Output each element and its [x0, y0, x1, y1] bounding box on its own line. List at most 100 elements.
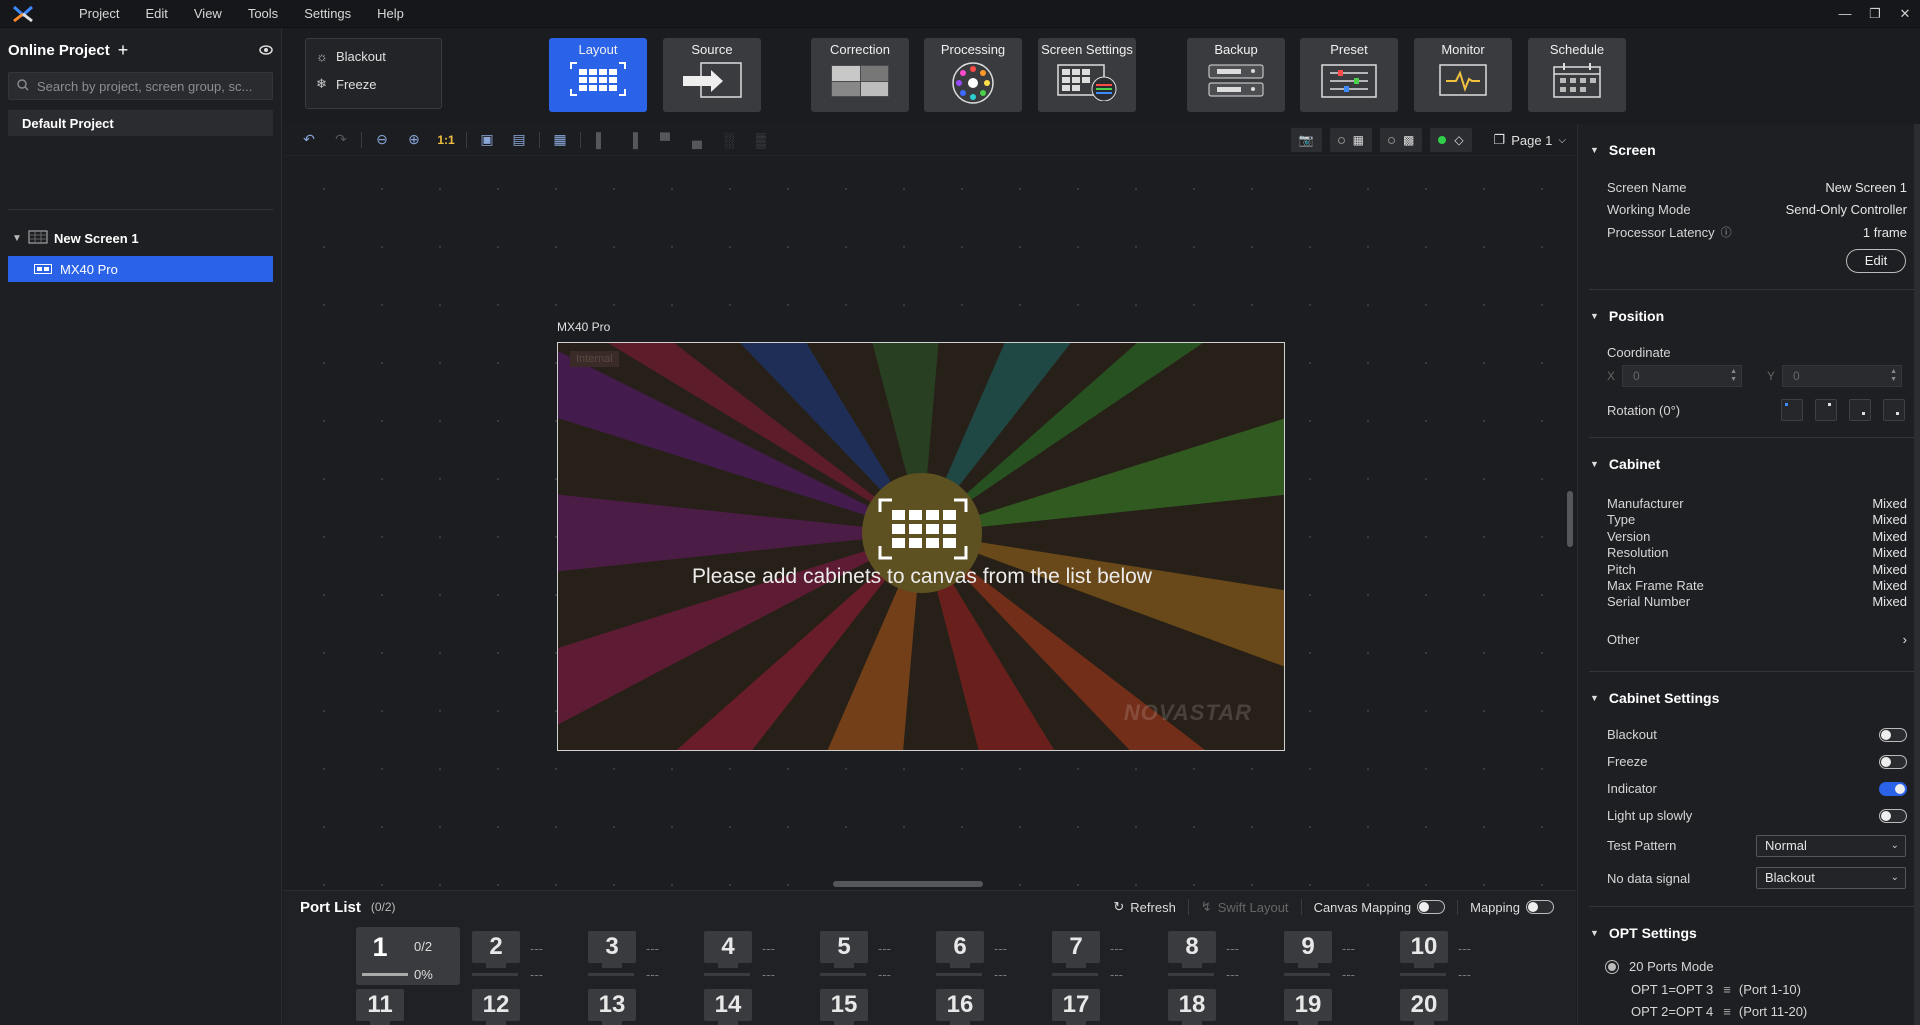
layout-canvas[interactable]: ↶ ↷ ⊖ ⊕ 1:1 ▣ ▤ ▦ ▌ ▐ ▀ ▄ ░ ▒ 📷 ▦ ▩ ◇ ❐ …	[283, 124, 1576, 890]
preset-button[interactable]: Preset	[1300, 38, 1398, 112]
port-item[interactable]: 19	[1284, 985, 1388, 1025]
info-icon[interactable]: ⓘ	[1721, 224, 1732, 240]
port-item[interactable]: 1 0/2 0%	[356, 927, 460, 985]
port-item[interactable]: 17	[1052, 985, 1156, 1025]
cabinet-blackout-switch[interactable]	[1879, 727, 1907, 742]
screen-canvas-area[interactable]: Internal Please add cabinets to canvas f…	[557, 342, 1285, 751]
distribute-horizontal-icon[interactable]: ░	[713, 132, 745, 148]
fit-screen-icon[interactable]: ▣	[471, 131, 503, 148]
blackout-button[interactable]: ☼ Blackout	[306, 44, 441, 68]
minimize-icon[interactable]: —	[1830, 0, 1860, 28]
snapshot-button[interactable]: 📷	[1290, 128, 1322, 152]
eye-icon[interactable]	[259, 42, 273, 59]
port-item[interactable]: 10 --- ---	[1400, 927, 1504, 985]
restore-icon[interactable]: ❐	[1860, 0, 1890, 28]
vertical-scrollbar[interactable]	[1567, 491, 1573, 547]
cabinet-settings-section-header[interactable]: ▼ Cabinet Settings	[1578, 690, 1719, 706]
redo-icon[interactable]: ↷	[325, 131, 357, 148]
align-right-icon[interactable]: ▐	[617, 132, 649, 148]
page-selector[interactable]: ❐ Page 1 ⌵	[1494, 132, 1566, 148]
cabinet-other-row[interactable]: Other ›	[1607, 632, 1907, 647]
port-item[interactable]: 16	[936, 985, 1040, 1025]
panel-scrollbar[interactable]	[1914, 124, 1920, 1025]
zoom-in-icon[interactable]: ⊕	[398, 131, 430, 148]
view-toggle-grid[interactable]: ▦	[1329, 128, 1372, 152]
chevron-down-icon[interactable]: ▼	[12, 233, 24, 244]
port-item[interactable]: 6 --- ---	[936, 927, 1040, 985]
undo-icon[interactable]: ↶	[293, 131, 325, 148]
port-item[interactable]: 14	[704, 985, 808, 1025]
edit-screen-button[interactable]: Edit	[1846, 249, 1906, 273]
ports-mode-radio[interactable]: 20 Ports Mode	[1605, 959, 1905, 974]
correction-button[interactable]: Correction	[811, 38, 909, 112]
rotation-top-right-button[interactable]	[1815, 399, 1837, 421]
mapping-toggle[interactable]: Mapping	[1458, 900, 1566, 915]
source-button[interactable]: Source	[663, 38, 761, 112]
indicator-switch[interactable]	[1879, 781, 1907, 796]
zoom-out-icon[interactable]: ⊖	[366, 131, 398, 148]
port-item[interactable]: 12	[472, 985, 576, 1025]
backup-button[interactable]: Backup	[1187, 38, 1285, 112]
radio-selected-icon[interactable]	[1605, 959, 1619, 974]
port-item[interactable]: 3 --- ---	[588, 927, 692, 985]
refresh-button[interactable]: ↻ Refresh	[1101, 899, 1189, 915]
add-project-icon[interactable]: +	[118, 40, 129, 61]
rotation-bottom-left-button[interactable]	[1883, 399, 1905, 421]
port-item[interactable]: 7 --- ---	[1052, 927, 1156, 985]
zoom-1to1-button[interactable]: 1:1	[430, 133, 462, 147]
mapping-switch[interactable]	[1526, 900, 1554, 914]
port-item[interactable]: 9 --- ---	[1284, 927, 1388, 985]
project-item-default[interactable]: Default Project	[8, 110, 273, 136]
opt-settings-section-header[interactable]: ▼ OPT Settings	[1578, 925, 1697, 941]
grid-icon[interactable]: ▦	[544, 131, 576, 148]
menu-tools[interactable]: Tools	[235, 0, 291, 28]
tree-device-item[interactable]: MX40 Pro	[8, 256, 273, 282]
canvas-mapping-switch[interactable]	[1417, 900, 1446, 914]
distribute-vertical-icon[interactable]: ▒	[745, 132, 777, 148]
view-toggle-source[interactable]: ▩	[1379, 128, 1423, 152]
freeze-button[interactable]: ❄ Freeze	[306, 72, 441, 96]
position-section-header[interactable]: ▼ Position	[1578, 308, 1664, 324]
cabinet-section-header[interactable]: ▼ Cabinet	[1578, 456, 1660, 472]
x-coordinate-input[interactable]: 0 ▲ ▼	[1622, 365, 1742, 387]
menu-project[interactable]: Project	[66, 0, 132, 28]
screen-settings-button[interactable]: Screen Settings	[1038, 38, 1136, 112]
cabinet-freeze-switch[interactable]	[1879, 754, 1907, 769]
layout-button[interactable]: Layout	[549, 38, 647, 112]
rotation-top-left-button[interactable]	[1781, 399, 1803, 421]
horizontal-scrollbar[interactable]	[833, 881, 983, 887]
align-bottom-icon[interactable]: ▄	[681, 132, 713, 148]
swift-layout-button[interactable]: ↯ Swift Layout	[1189, 899, 1302, 915]
port-item[interactable]: 4 --- ---	[704, 927, 808, 985]
port-item[interactable]: 8 --- ---	[1168, 927, 1272, 985]
monitor-button[interactable]: Monitor	[1414, 38, 1512, 112]
close-icon[interactable]: ✕	[1890, 0, 1920, 28]
screen-section-header[interactable]: ▼ Screen	[1578, 142, 1656, 158]
menu-view[interactable]: View	[181, 0, 235, 28]
y-coordinate-input[interactable]: 0 ▲ ▼	[1782, 365, 1902, 387]
spin-arrows-icon[interactable]: ▲ ▼	[1890, 368, 1897, 384]
port-item[interactable]: 5 --- ---	[820, 927, 924, 985]
fit-selection-icon[interactable]: ▤	[503, 131, 535, 148]
processing-button[interactable]: Processing	[924, 38, 1022, 112]
align-left-icon[interactable]: ▌	[585, 132, 617, 148]
schedule-button[interactable]: Schedule	[1528, 38, 1626, 112]
project-search-input[interactable]: Search by project, screen group, sc...	[8, 72, 273, 100]
port-item[interactable]: 11	[356, 985, 460, 1025]
menu-edit[interactable]: Edit	[132, 0, 180, 28]
menu-help[interactable]: Help	[364, 0, 417, 28]
view-toggle-layers[interactable]: ◇	[1430, 128, 1472, 152]
no-data-signal-select[interactable]: Blackout ⌄	[1756, 867, 1906, 889]
port-item[interactable]: 13	[588, 985, 692, 1025]
rotation-bottom-right-button[interactable]	[1849, 399, 1871, 421]
test-pattern-select[interactable]: Normal ⌄	[1756, 835, 1906, 857]
port-item[interactable]: 20	[1400, 985, 1504, 1025]
light-up-slowly-switch[interactable]	[1879, 808, 1907, 823]
tree-screen-item[interactable]: ▼ New Screen 1	[0, 226, 281, 250]
port-item[interactable]: 2 --- ---	[472, 927, 576, 985]
menu-settings[interactable]: Settings	[291, 0, 364, 28]
chevron-right-icon[interactable]: ›	[1903, 632, 1907, 647]
port-item[interactable]: 18	[1168, 985, 1272, 1025]
spin-arrows-icon[interactable]: ▲ ▼	[1730, 368, 1737, 384]
canvas-mapping-toggle[interactable]: Canvas Mapping	[1302, 899, 1459, 915]
